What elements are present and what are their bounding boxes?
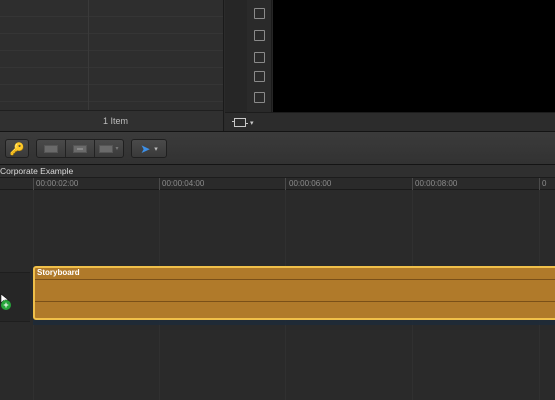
ruler-tick-label: 00:00:06:00 <box>289 179 332 188</box>
connect-clip-button[interactable] <box>37 140 66 157</box>
project-title: Corporate Example <box>0 166 74 176</box>
transform-icon <box>232 118 248 127</box>
ruler-tick <box>412 178 413 190</box>
filmstrip-frame[interactable] <box>254 92 265 103</box>
transform-tool-menu[interactable]: ▾ <box>232 116 266 129</box>
chevron-down-icon: ▾ <box>115 146 119 152</box>
browser-column-divider <box>88 0 89 110</box>
item-count-label: 1 Item <box>102 116 128 126</box>
clip-lane-divider <box>35 279 555 280</box>
ruler-tick-label: 00:00:08:00 <box>415 179 458 188</box>
browser-grid[interactable] <box>0 0 223 110</box>
insert-icon <box>73 144 87 153</box>
connect-icon <box>44 144 58 153</box>
key-icon: 🔑 <box>9 141 25 156</box>
browser-footer: 1 Item <box>0 110 223 131</box>
edit-buttons-group: ▾ <box>36 139 124 158</box>
storyboard-clip[interactable]: Storyboard <box>33 266 555 320</box>
filmstrip-frame[interactable] <box>254 52 265 63</box>
insert-clip-button[interactable] <box>66 140 95 157</box>
chevron-down-icon: ▾ <box>250 119 254 127</box>
ruler-tick <box>159 178 160 190</box>
select-tool-button[interactable]: ➤ ▾ <box>131 139 167 158</box>
viewer-pane: ▾ <box>225 0 555 131</box>
filmstrip-frame[interactable] <box>254 8 265 19</box>
add-badge-icon: + <box>1 300 11 310</box>
clip-audio-strip <box>33 320 555 325</box>
timeline-ruler[interactable]: 00:00:02:00 00:00:04:00 00:00:06:00 00:0… <box>0 178 555 190</box>
viewer-canvas[interactable] <box>273 0 555 112</box>
ruler-tick <box>539 178 540 190</box>
ruler-tick <box>33 178 34 190</box>
browser-pane[interactable]: 1 Item <box>0 0 224 131</box>
append-icon <box>99 144 114 153</box>
viewer-filmstrip <box>247 0 272 112</box>
project-title-bar: Corporate Example <box>0 165 555 178</box>
append-clip-button[interactable]: ▾ <box>95 140 123 157</box>
filmstrip-frame[interactable] <box>254 30 265 41</box>
ruler-tick <box>285 178 286 190</box>
chevron-down-icon: ▾ <box>154 145 158 153</box>
ruler-tick-label: 00:00:04:00 <box>162 179 205 188</box>
arrow-pointer-icon: ➤ <box>140 141 151 156</box>
clip-title: Storyboard <box>37 268 80 277</box>
filmstrip-frame[interactable] <box>254 71 265 82</box>
timeline-toolbar: 🔑 ▾ ➤ ▾ <box>0 131 555 165</box>
keyword-button[interactable]: 🔑 <box>5 139 29 158</box>
ruler-tick-label: 0 <box>542 179 547 188</box>
viewer-footer: ▾ <box>225 112 555 131</box>
ruler-tick-label: 00:00:02:00 <box>36 179 79 188</box>
app-window: 1 Item ▾ 🔑 ▾ ➤ ▾ Corporate Example 00:00… <box>0 0 555 400</box>
timeline-area[interactable]: + Storyboard <box>0 190 555 400</box>
clip-lane-divider <box>35 301 555 302</box>
